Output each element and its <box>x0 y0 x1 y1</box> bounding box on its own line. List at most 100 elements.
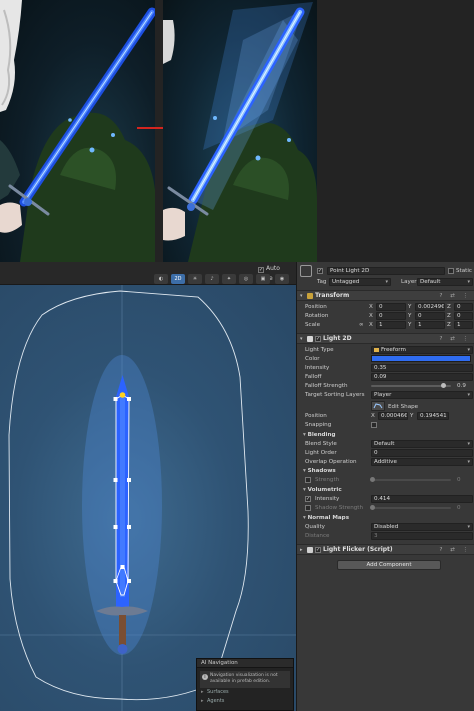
distance-label: Distance <box>305 533 330 539</box>
edit-shape-label: Edit Shape <box>388 404 419 410</box>
edit-shape-icon[interactable] <box>371 401 385 411</box>
light-flicker-header[interactable]: ▸ ✓ Light Flicker (Script) ? ⇄ ⋮ <box>297 544 474 555</box>
rotation-z-field[interactable]: 0 <box>454 312 473 320</box>
light-order-field[interactable]: 0 <box>371 449 473 457</box>
ai-navigation-surfaces[interactable]: Surfaces <box>197 688 293 697</box>
distance-field[interactable]: 3 <box>371 532 473 540</box>
scale-y-field[interactable]: 1 <box>415 321 445 329</box>
volumetric-shadow-knob[interactable] <box>370 505 375 510</box>
volumetric-shadow-checkbox[interactable] <box>305 505 311 511</box>
intensity-label: Intensity <box>305 365 330 371</box>
color-swatch[interactable] <box>371 355 471 362</box>
tag-label: Tag <box>317 279 327 285</box>
overlap-operation-label: Overlap Operation <box>305 459 357 465</box>
checkmark-icon: ✓ <box>258 267 264 273</box>
light-type-dropdown[interactable]: Freeform <box>371 346 473 354</box>
mode-2d-button[interactable]: 2D <box>171 274 185 284</box>
component-menu-icon[interactable]: ? ⇄ ⋮ <box>439 291 471 301</box>
normal-maps-foldout[interactable]: Normal Maps <box>303 514 349 522</box>
layer-dropdown[interactable]: Default <box>417 278 473 286</box>
falloff-strength-value[interactable]: 0.9 <box>457 382 466 390</box>
camera-settings-icon[interactable]: ▣ <box>256 274 270 284</box>
volumetric-intensity-label: Intensity <box>315 496 340 502</box>
rotation-label: Rotation <box>305 313 329 319</box>
hidden-objects-icon[interactable]: ◎ <box>239 274 253 284</box>
volumetric-checkbox[interactable]: ✓ <box>305 496 311 502</box>
blend-style-dropdown[interactable]: Default <box>371 440 473 448</box>
add-component-button[interactable]: Add Component <box>337 560 441 570</box>
overlap-operation-dropdown[interactable]: Additive <box>371 458 473 466</box>
light-origin-handle[interactable] <box>119 392 126 398</box>
blending-foldout[interactable]: Blending <box>303 431 336 439</box>
ai-navigation-agents[interactable]: Agents <box>197 697 293 706</box>
intensity-field[interactable]: 0.35 <box>371 364 473 372</box>
light2d-enabled-checkbox[interactable]: ✓ <box>315 336 321 342</box>
light-order-label: Light Order <box>305 450 337 456</box>
scene-view[interactable]: ✓Auto Save ◐ 2D ☀ ♪ ✦ ◎ ▣ ◉ <box>0 262 296 711</box>
shadows-checkbox[interactable] <box>305 477 311 483</box>
shape-position-label: Position <box>305 413 327 419</box>
transform-header[interactable]: ▾ Transform ? ⇄ ⋮ <box>297 290 474 301</box>
shadow-strength-label: Strength <box>315 477 340 483</box>
rotation-x-field[interactable]: 0 <box>376 312 406 320</box>
chevron-down-icon: ▾ <box>300 293 303 299</box>
active-checkbox[interactable]: ✓ <box>317 268 323 274</box>
rotation-y-field[interactable]: 0 <box>415 312 445 320</box>
lighting-toggle-icon[interactable]: ☀ <box>188 274 202 284</box>
volumetric-shadow-slider[interactable] <box>371 507 451 509</box>
light2d-header[interactable]: ▾ ✓ Light 2D ? ⇄ ⋮ <box>297 333 474 344</box>
quality-dropdown[interactable]: Disabled <box>371 523 473 531</box>
snapping-label: Snapping <box>305 422 332 428</box>
shape-position-x-field[interactable]: 0.00046€ <box>378 412 408 420</box>
chevron-right-icon: ▸ <box>300 547 303 553</box>
auto-save-toggle[interactable]: ✓Auto Save <box>258 264 296 282</box>
falloff-label: Falloff <box>305 374 322 380</box>
falloff-strength-label: Falloff Strength <box>305 383 348 389</box>
volumetric-shadow-value[interactable]: 0 <box>457 504 461 512</box>
ai-navigation-message: i Navigation visualization is not availa… <box>200 671 290 688</box>
ai-navigation-overlay: AI Navigation i Navigation visualization… <box>196 658 294 711</box>
position-y-field[interactable]: 0.00249€ <box>415 303 445 311</box>
scale-z-field[interactable]: 1 <box>454 321 473 329</box>
link-icon[interactable]: ∞ <box>359 321 364 329</box>
color-label: Color <box>305 356 320 362</box>
light-type-label: Light Type <box>305 347 334 353</box>
falloff-strength-slider[interactable] <box>371 385 451 387</box>
scale-x-field[interactable]: 1 <box>376 321 406 329</box>
gizmos-icon[interactable]: ◉ <box>275 274 289 284</box>
component-menu-icon[interactable]: ? ⇄ ⋮ <box>439 334 471 344</box>
object-name-field[interactable]: Point Light 2D <box>327 267 445 275</box>
shadow-strength-value[interactable]: 0 <box>457 476 461 484</box>
tag-dropdown[interactable]: Untagged <box>329 278 391 286</box>
volumetric-intensity-field[interactable]: 0.414 <box>371 495 473 503</box>
light-flicker-enabled-checkbox[interactable]: ✓ <box>315 547 321 553</box>
position-z-field[interactable]: 0 <box>454 303 473 311</box>
info-icon: i <box>202 674 208 680</box>
target-sorting-dropdown[interactable]: Player <box>371 391 473 399</box>
shape-position-y-field[interactable]: 0.194541 <box>417 412 449 420</box>
shading-mode-button[interactable]: ◐ <box>154 274 168 284</box>
light-icon <box>307 336 313 342</box>
static-checkbox[interactable] <box>448 268 454 274</box>
scale-label: Scale <box>305 322 321 328</box>
volumetric-shadow-strength-label: Shadow Strength <box>315 505 364 511</box>
shadow-strength-slider[interactable] <box>371 479 451 481</box>
layer-label: Layer <box>401 279 417 285</box>
falloff-strength-knob[interactable] <box>440 383 446 388</box>
position-x-field[interactable]: 0 <box>376 303 406 311</box>
snapping-checkbox[interactable] <box>371 422 377 428</box>
sword-handle <box>119 615 126 645</box>
sword-after-image <box>163 0 317 262</box>
scene-canvas[interactable] <box>0 285 296 711</box>
before-after-artwork <box>0 0 474 262</box>
component-menu-icon[interactable]: ? ⇄ ⋮ <box>439 545 471 555</box>
shadows-foldout[interactable]: Shadows <box>303 467 336 475</box>
audio-toggle-icon[interactable]: ♪ <box>205 274 219 284</box>
volumetric-foldout[interactable]: Volumetric <box>303 486 342 494</box>
target-sorting-label: Target Sorting Layers <box>305 392 365 398</box>
shadow-strength-knob[interactable] <box>370 477 375 482</box>
position-label: Position <box>305 304 327 310</box>
falloff-field[interactable]: 0.09 <box>371 373 473 381</box>
effects-toggle-icon[interactable]: ✦ <box>222 274 236 284</box>
static-label: Static <box>456 268 472 274</box>
